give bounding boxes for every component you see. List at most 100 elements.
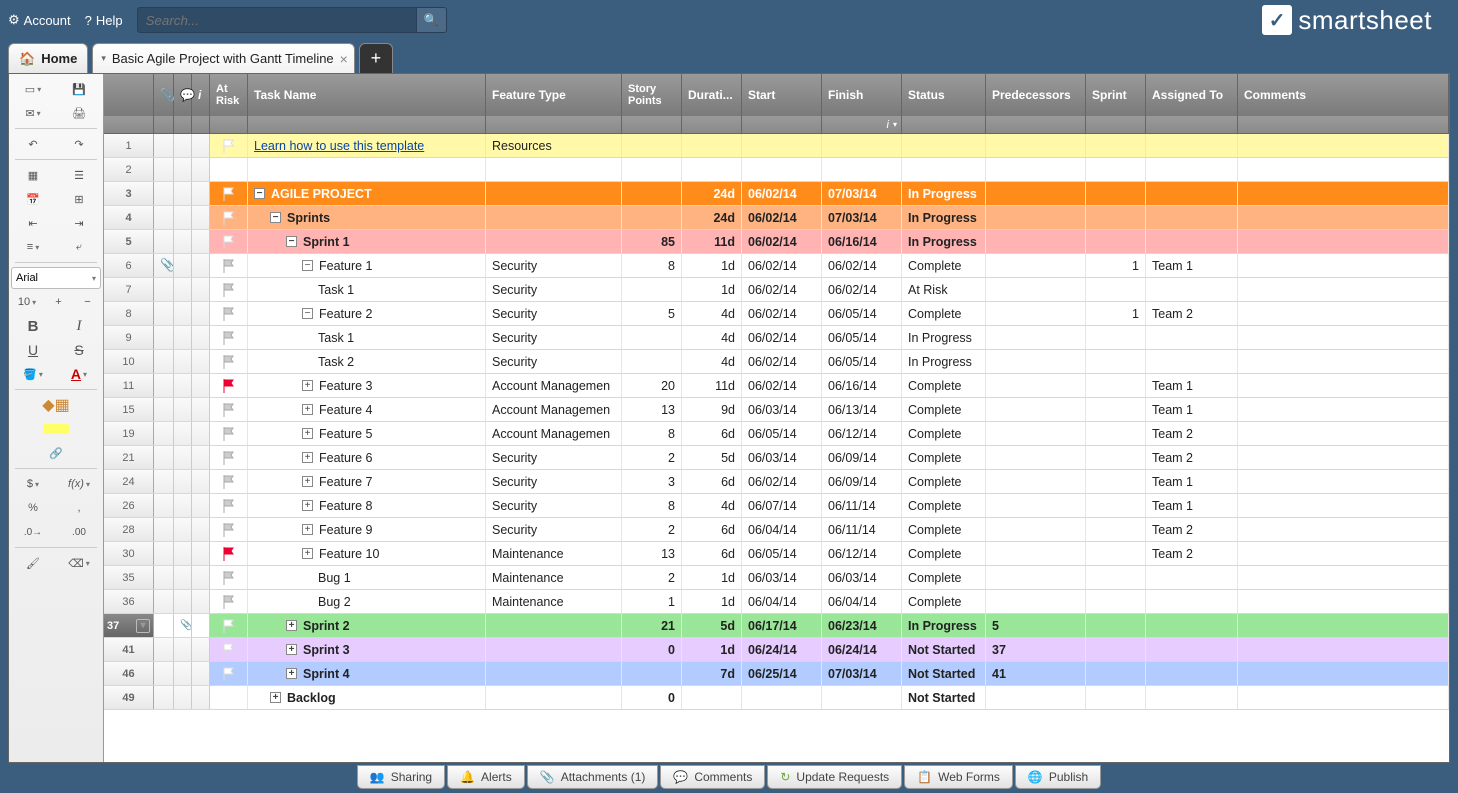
cell-start[interactable]: 06/02/14 <box>742 326 822 349</box>
cell-ftype[interactable]: Security <box>486 470 622 493</box>
cell-assign[interactable]: Team 2 <box>1146 542 1238 565</box>
cell-pred[interactable] <box>986 182 1086 205</box>
cell-dur[interactable]: 11d <box>682 374 742 397</box>
align-left-button[interactable]: ≡▾ <box>11 236 55 258</box>
cell-comm[interactable] <box>1238 350 1449 373</box>
cell-task[interactable]: +Feature 3 <box>248 374 486 397</box>
cell-status[interactable]: Complete <box>902 518 986 541</box>
cell-dur[interactable]: 4d <box>682 302 742 325</box>
cell-task[interactable]: −Sprint 1 <box>248 230 486 253</box>
cell-story[interactable]: 85 <box>622 230 682 253</box>
cell-ftype[interactable] <box>486 230 622 253</box>
table-row[interactable]: 35Bug 1Maintenance21d06/03/1406/03/14Com… <box>104 566 1449 590</box>
underline-button[interactable]: U <box>11 339 55 361</box>
indent-button[interactable]: ⇥ <box>57 212 101 234</box>
btab-alerts[interactable]: 🔔Alerts <box>447 765 525 789</box>
cell-finish[interactable]: 06/11/14 <box>822 494 902 517</box>
cell-status[interactable]: Complete <box>902 374 986 397</box>
cell-finish[interactable]: 06/05/14 <box>822 350 902 373</box>
cell-info[interactable] <box>192 134 210 157</box>
cell-risk[interactable] <box>210 590 248 613</box>
table-row[interactable]: 15+Feature 4Account Managemen139d06/03/1… <box>104 398 1449 422</box>
cell-story[interactable]: 0 <box>622 638 682 661</box>
cell-discuss[interactable] <box>174 302 192 325</box>
cell-sprint[interactable] <box>1086 662 1146 685</box>
cell-sprint[interactable] <box>1086 518 1146 541</box>
filter-finish[interactable]: i▾ <box>822 116 902 133</box>
cell-dur[interactable]: 5d <box>682 446 742 469</box>
expand-toggle[interactable]: + <box>302 548 313 559</box>
cell-info[interactable] <box>192 470 210 493</box>
row-number[interactable]: 26 <box>104 494 154 517</box>
cell-assign[interactable] <box>1146 686 1238 709</box>
cell-story[interactable]: 2 <box>622 566 682 589</box>
cell-dur[interactable]: 1d <box>682 278 742 301</box>
redo-button[interactable]: ↷ <box>57 133 101 155</box>
cell-sprint[interactable] <box>1086 566 1146 589</box>
cell-dur[interactable]: 7d <box>682 662 742 685</box>
cell-info[interactable] <box>192 158 210 181</box>
cell-task[interactable]: −Sprints <box>248 206 486 229</box>
search-button[interactable]: 🔍 <box>417 7 447 33</box>
cell-ftype[interactable]: Maintenance <box>486 542 622 565</box>
cell-status[interactable]: In Progress <box>902 230 986 253</box>
table-row[interactable]: 30+Feature 10Maintenance136d06/05/1406/1… <box>104 542 1449 566</box>
calendar-view-button[interactable]: 📅 <box>11 188 55 210</box>
table-row[interactable]: 9Task 1Security4d06/02/1406/05/14In Prog… <box>104 326 1449 350</box>
link-button[interactable]: 🔗 <box>11 442 101 464</box>
col-finish[interactable]: Finish <box>822 74 902 116</box>
cell-info[interactable] <box>192 422 210 445</box>
cell-finish[interactable]: 06/09/14 <box>822 446 902 469</box>
table-row[interactable]: 1Learn how to use this templateResources <box>104 134 1449 158</box>
cell-task[interactable]: Task 1 <box>248 326 486 349</box>
cell-sprint[interactable] <box>1086 590 1146 613</box>
cell-dur[interactable]: 1d <box>682 638 742 661</box>
cell-story[interactable]: 5 <box>622 302 682 325</box>
cell-pred[interactable] <box>986 326 1086 349</box>
cell-start[interactable]: 06/03/14 <box>742 566 822 589</box>
cell-pred[interactable] <box>986 518 1086 541</box>
cell-risk[interactable] <box>210 638 248 661</box>
cell-dur[interactable]: 4d <box>682 494 742 517</box>
col-status[interactable]: Status <box>902 74 986 116</box>
cell-start[interactable]: 06/02/14 <box>742 350 822 373</box>
cell-comm[interactable] <box>1238 470 1449 493</box>
cell-status[interactable] <box>902 158 986 181</box>
col-story[interactable]: Story Points <box>622 74 682 116</box>
cell-finish[interactable]: 07/03/14 <box>822 182 902 205</box>
cell-dur[interactable]: 6d <box>682 422 742 445</box>
cell-pred[interactable]: 41 <box>986 662 1086 685</box>
cell-ftype[interactable]: Security <box>486 518 622 541</box>
cell-comm[interactable] <box>1238 494 1449 517</box>
cell-info[interactable] <box>192 446 210 469</box>
cell-finish[interactable]: 06/12/14 <box>822 422 902 445</box>
bold-button[interactable]: B <box>11 315 55 337</box>
table-row[interactable]: 21+Feature 6Security25d06/03/1406/09/14C… <box>104 446 1449 470</box>
cell-finish[interactable]: 06/04/14 <box>822 590 902 613</box>
cell-risk[interactable] <box>210 326 248 349</box>
cell-sprint[interactable] <box>1086 230 1146 253</box>
cell-task[interactable]: Task 2 <box>248 350 486 373</box>
cell-comm[interactable] <box>1238 230 1449 253</box>
table-row[interactable]: 3−AGILE PROJECT24d06/02/1407/03/14In Pro… <box>104 182 1449 206</box>
cell-attach[interactable] <box>154 182 174 205</box>
table-row[interactable]: 41+Sprint 301d06/24/1406/24/14Not Starte… <box>104 638 1449 662</box>
cell-story[interactable]: 8 <box>622 422 682 445</box>
cell-pred[interactable] <box>986 494 1086 517</box>
cell-info[interactable] <box>192 590 210 613</box>
row-number[interactable]: 19 <box>104 422 154 445</box>
cell-status[interactable]: Complete <box>902 398 986 421</box>
cell-dur[interactable]: 4d <box>682 326 742 349</box>
cell-start[interactable] <box>742 134 822 157</box>
cell-sprint[interactable] <box>1086 494 1146 517</box>
cell-task[interactable]: +Sprint 4 <box>248 662 486 685</box>
cell-risk[interactable] <box>210 686 248 709</box>
cell-dur[interactable] <box>682 158 742 181</box>
cell-task[interactable]: +Feature 6 <box>248 446 486 469</box>
cell-story[interactable] <box>622 134 682 157</box>
cell-discuss[interactable] <box>174 566 192 589</box>
row-number[interactable]: 11 <box>104 374 154 397</box>
cell-status[interactable]: Complete <box>902 470 986 493</box>
cell-discuss[interactable] <box>174 422 192 445</box>
row-number[interactable]: 7 <box>104 278 154 301</box>
